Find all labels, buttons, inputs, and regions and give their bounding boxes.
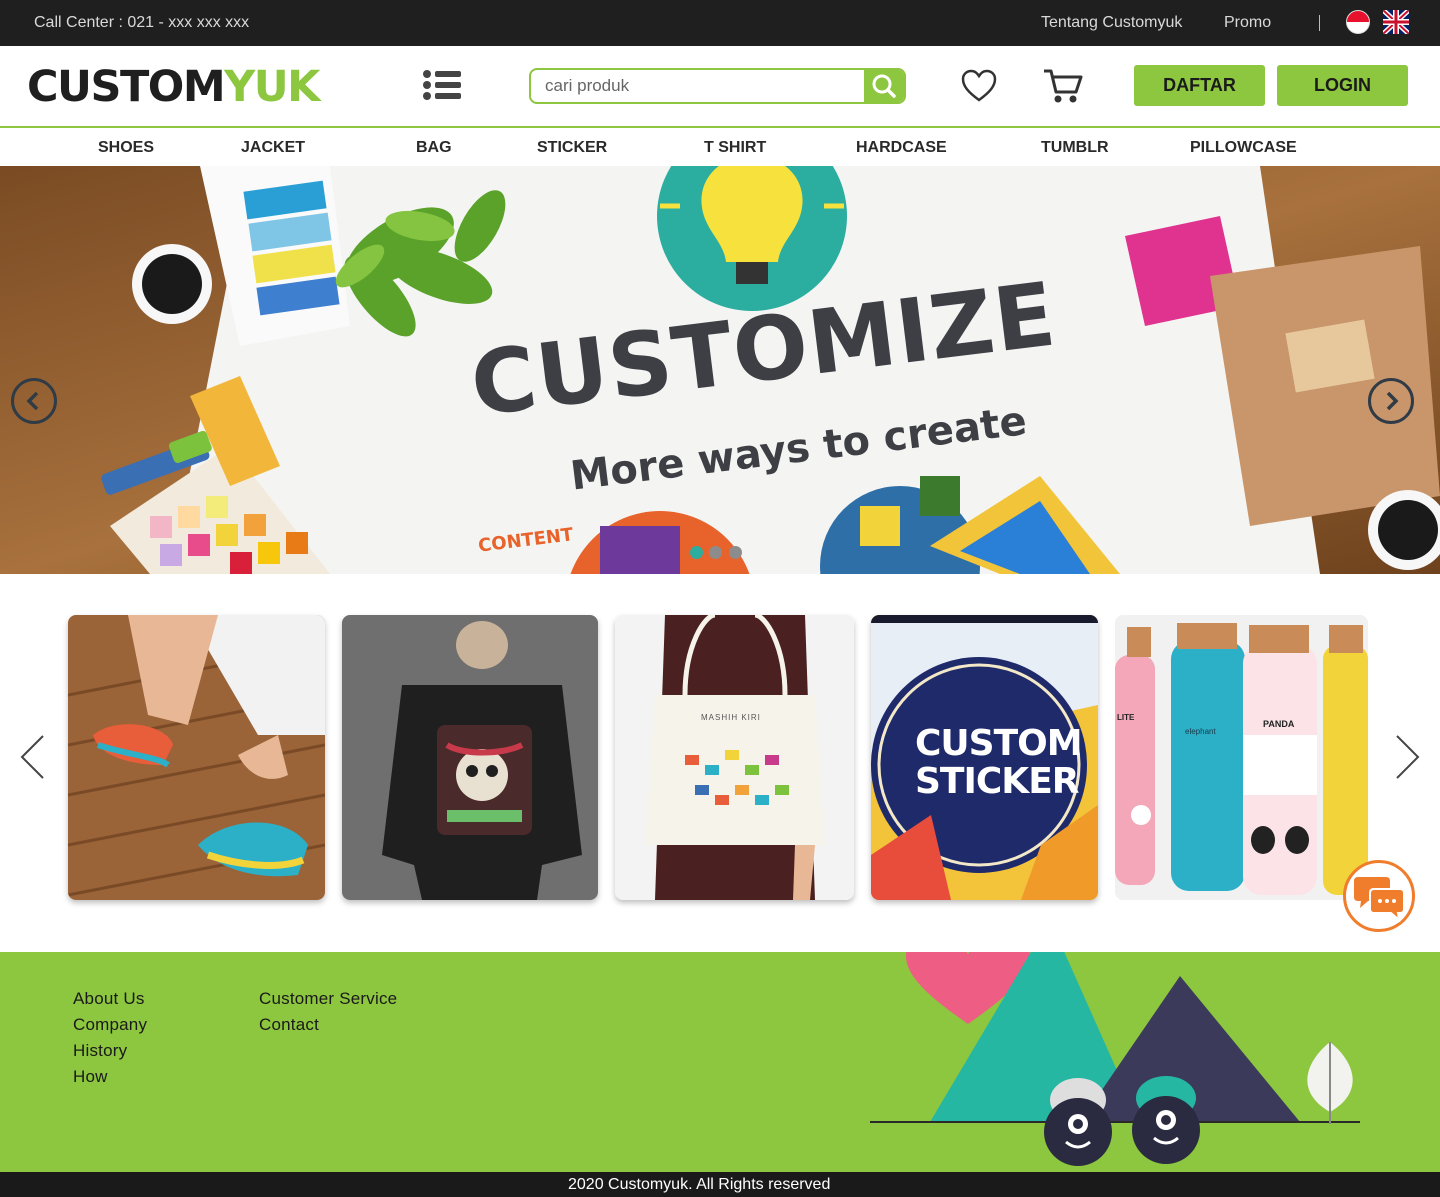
product-carousel: MASHIH KIRI CUSTOM STICKER LITE elephant…: [0, 574, 1440, 952]
hero-next-button[interactable]: [1368, 378, 1414, 424]
chevron-right-icon: [1396, 735, 1420, 779]
sticker-card-title-1: CUSTOM: [915, 723, 1083, 764]
category-bag[interactable]: BAG: [416, 139, 452, 157]
customyuk-logo[interactable]: CUSTOMYUK: [27, 64, 320, 110]
copyright-text: 2020 Customyuk. All Rights reserved: [568, 1176, 831, 1193]
top-bar: Call Center : 021 - xxx xxx xxx Tentang …: [0, 0, 1440, 46]
footer-link-history[interactable]: History: [73, 1041, 127, 1061]
promo-link[interactable]: Promo: [1224, 14, 1271, 32]
category-tumblr[interactable]: TUMBLR: [1041, 139, 1109, 157]
chevron-right-icon: [1386, 391, 1399, 411]
slide-dot-1[interactable]: [690, 546, 703, 559]
topbar-divider: [1319, 15, 1320, 31]
hero-banner[interactable]: CUSTOMIZE More ways to create CONTENT: [0, 166, 1440, 574]
chevron-left-icon: [26, 391, 39, 411]
chat-bubbles-icon: [1354, 877, 1405, 923]
category-jacket[interactable]: JACKET: [241, 139, 305, 157]
footer-link-company[interactable]: Company: [73, 1015, 147, 1035]
wishlist-heart-icon[interactable]: [960, 68, 998, 104]
cart-icon[interactable]: [1042, 66, 1084, 106]
product-card-jacket[interactable]: [342, 615, 598, 900]
hero-prev-button[interactable]: [11, 378, 57, 424]
shoes-product-image: [68, 615, 325, 900]
slide-dot-3[interactable]: [728, 546, 742, 559]
daftar-button[interactable]: DAFTAR: [1134, 65, 1265, 106]
bag-print-text: MASHIH KIRI: [701, 713, 761, 722]
header: CUSTOMYUK DAFTAR LOGIN: [0, 46, 1440, 128]
copyright-bar: 2020 Customyuk. All Rights reserved: [0, 1172, 1440, 1197]
slide-dot-2[interactable]: [709, 546, 723, 559]
product-card-shoes[interactable]: [68, 615, 325, 900]
search-bar: [529, 68, 906, 104]
footer-mascot-illustration: [870, 952, 1360, 1166]
jacket-product-image: [342, 615, 598, 900]
tumbler-product-image: [1115, 615, 1368, 900]
footer-link-customer-service[interactable]: Customer Service: [259, 989, 397, 1009]
chat-button[interactable]: [1343, 860, 1415, 932]
sticker-card-title-2: STICKER: [915, 761, 1080, 802]
category-tshirt[interactable]: T SHIRT: [704, 139, 766, 157]
bag-product-image: [615, 615, 854, 900]
tentang-link[interactable]: Tentang Customyuk: [1041, 14, 1182, 32]
footer-link-about[interactable]: About Us: [73, 989, 145, 1009]
category-shoes[interactable]: SHOES: [98, 139, 154, 157]
login-button[interactable]: LOGIN: [1277, 65, 1408, 106]
indonesia-flag-icon[interactable]: [1346, 10, 1370, 34]
category-nav: SHOES JACKET BAG STICKER T SHIRT HARDCAS…: [0, 130, 1440, 166]
product-card-sticker[interactable]: CUSTOM STICKER: [871, 615, 1098, 900]
product-card-bag[interactable]: MASHIH KIRI: [615, 615, 854, 900]
product-card-tumbler[interactable]: LITE elephant PANDA: [1115, 615, 1368, 900]
search-icon: [872, 74, 896, 98]
footer-link-contact[interactable]: Contact: [259, 1015, 319, 1035]
call-center-text: Call Center : 021 - xxx xxx xxx: [34, 14, 250, 31]
hero-slide-indicators: [690, 546, 744, 564]
uk-flag-icon[interactable]: [1383, 10, 1409, 34]
tumbler-label-3: PANDA: [1263, 719, 1295, 729]
search-button[interactable]: [864, 70, 904, 102]
category-pillowcase[interactable]: PILLOWCASE: [1190, 139, 1297, 157]
tumbler-label-2: elephant: [1185, 727, 1216, 736]
category-hardcase[interactable]: HARDCASE: [856, 139, 947, 157]
tumbler-label-1: LITE: [1117, 713, 1135, 722]
chevron-left-icon: [20, 735, 44, 779]
products-prev-button[interactable]: [18, 734, 48, 780]
footer: About Us Company History How Customer Se…: [0, 952, 1440, 1172]
category-sticker[interactable]: STICKER: [537, 139, 607, 157]
footer-link-how[interactable]: How: [73, 1067, 108, 1087]
products-next-button[interactable]: [1392, 734, 1422, 780]
list-menu-icon[interactable]: [421, 68, 463, 102]
search-input[interactable]: [545, 75, 855, 97]
